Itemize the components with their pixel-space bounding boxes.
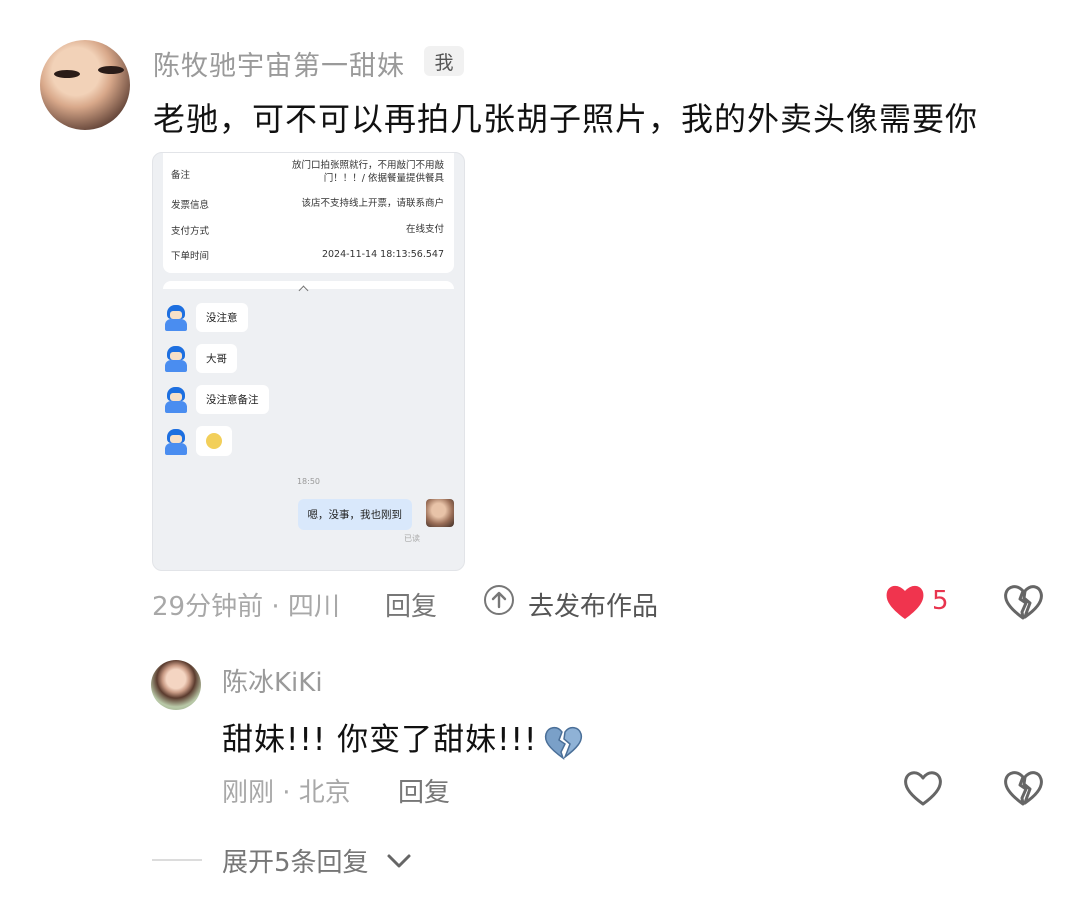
chevron-down-icon[interactable] bbox=[384, 846, 414, 876]
order-key: 下单时间 bbox=[171, 251, 210, 262]
order-value: 在线支付 bbox=[405, 224, 444, 235]
heart-filled-icon[interactable] bbox=[884, 582, 926, 622]
chat-bubble: 没注意备注 bbox=[196, 385, 269, 414]
order-key: 支付方式 bbox=[171, 226, 210, 237]
me-badge: 我 bbox=[424, 46, 464, 76]
heart-outline-icon[interactable] bbox=[902, 768, 944, 808]
rider-avatar bbox=[165, 387, 187, 413]
chat-bubble-emoji bbox=[196, 426, 232, 456]
reply-text: 甜妹!!! 你变了甜妹!!! bbox=[222, 722, 538, 758]
broken-heart-icon[interactable] bbox=[1002, 768, 1044, 808]
comment-image[interactable]: 备注 放门口拍张照就行，不用敲门不用敲门！！！/ 依据餐量提供餐具 发票信息 该… bbox=[152, 152, 465, 571]
chat-bubble-out: 嗯，没事，我也刚到 bbox=[297, 499, 412, 530]
reply-button[interactable]: 回复 bbox=[398, 772, 450, 809]
emoji-face-icon bbox=[206, 433, 222, 449]
publish-icon[interactable] bbox=[484, 585, 514, 615]
order-value: 该店不支持线上开票，请联系商户 bbox=[301, 198, 444, 209]
user-avatar bbox=[426, 499, 454, 527]
rider-avatar bbox=[165, 346, 187, 372]
chat-bubble: 大哥 bbox=[196, 344, 237, 373]
comment-text: 老驰，可不可以再拍几张胡子照片，我的外卖头像需要你 bbox=[153, 100, 979, 138]
chat-time: 18:50 bbox=[296, 477, 321, 486]
expand-replies-button[interactable]: 展开5条回复 bbox=[222, 842, 369, 879]
publish-button[interactable]: 去发布作品 bbox=[528, 586, 658, 623]
like-count: 5 bbox=[932, 586, 949, 616]
read-status: 已读 bbox=[404, 534, 420, 543]
reply-button[interactable]: 回复 bbox=[385, 586, 437, 623]
order-value: 放门口拍张照就行，不用敲门不用敲门！！！/ 依据餐量提供餐具 bbox=[291, 160, 444, 184]
avatar[interactable] bbox=[151, 660, 201, 710]
expand-divider bbox=[152, 859, 202, 861]
broken-heart-icon[interactable] bbox=[1002, 582, 1044, 622]
collapse-bar bbox=[163, 281, 454, 289]
order-value: 2024-11-14 18:13:56.547 bbox=[321, 249, 444, 260]
rider-avatar bbox=[165, 429, 187, 455]
order-key: 发票信息 bbox=[171, 200, 210, 211]
order-key: 备注 bbox=[171, 170, 191, 181]
comment-username[interactable]: 陈牧驰宇宙第一甜妹 bbox=[153, 44, 405, 83]
broken-heart-emoji-icon bbox=[543, 724, 583, 760]
rider-avatar bbox=[165, 305, 187, 331]
comment-time-location: 29分钟前 · 四川 bbox=[152, 592, 340, 622]
reply-text-row: 甜妹!!! 你变了甜妹!!! bbox=[222, 714, 583, 760]
avatar[interactable] bbox=[40, 40, 130, 130]
chat-bubble: 没注意 bbox=[196, 303, 248, 332]
order-info-card: 备注 放门口拍张照就行，不用敲门不用敲门！！！/ 依据餐量提供餐具 发票信息 该… bbox=[163, 153, 454, 273]
reply-time-location: 刚刚 · 北京 bbox=[222, 778, 351, 808]
reply-username[interactable]: 陈冰KiKi bbox=[222, 662, 323, 699]
